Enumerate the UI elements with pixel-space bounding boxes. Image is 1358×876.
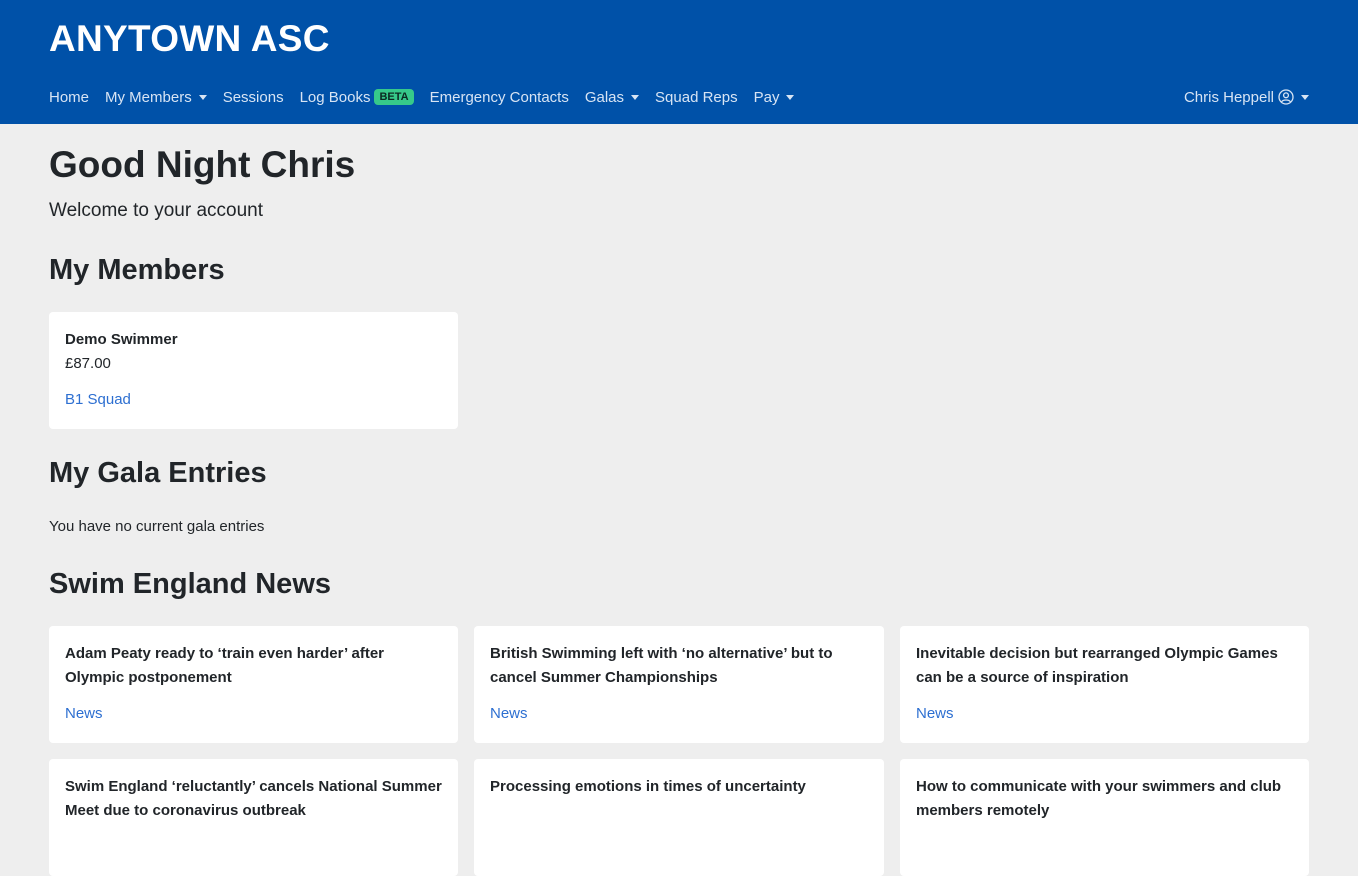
- gala-empty-text: You have no current gala entries: [49, 518, 265, 535]
- page-title: Good Night Chris: [49, 144, 356, 185]
- member-name: Demo Swimmer: [65, 331, 178, 348]
- nav-pay-label: Pay: [753, 88, 780, 106]
- member-squad-link[interactable]: B1 Squad: [65, 391, 131, 408]
- news-category-link[interactable]: News: [65, 705, 103, 722]
- news-card[interactable]: Adam Peaty ready to ‘train even harder’ …: [49, 626, 458, 743]
- chevron-down-icon: [198, 94, 207, 100]
- news-card[interactable]: Inevitable decision but rearranged Olymp…: [900, 626, 1309, 743]
- news-card[interactable]: How to communicate with your swimmers an…: [900, 759, 1309, 876]
- nav-squad-reps-label: Squad Reps: [655, 88, 738, 106]
- news-heading: Swim England News: [49, 568, 331, 600]
- chevron-down-icon: [786, 94, 795, 100]
- member-amount: £87.00: [65, 355, 111, 372]
- user-circle-icon: [1278, 89, 1294, 105]
- top-header: ANYTOWN ASC Home My Members Sessions Log…: [0, 0, 1358, 124]
- news-title: Processing emotions in times of uncertai…: [490, 778, 806, 795]
- gala-entries-heading: My Gala Entries: [49, 457, 267, 489]
- nav-sessions-label: Sessions: [222, 88, 284, 106]
- chevron-down-icon: [1301, 94, 1309, 100]
- chevron-down-icon: [631, 94, 640, 100]
- nav-emergency-contacts[interactable]: Emergency Contacts: [430, 89, 569, 106]
- nav-galas-label: Galas: [584, 88, 625, 106]
- nav-log-books-label: Log Books: [299, 88, 371, 106]
- main-nav: Home My Members Sessions Log Books BETA E…: [49, 86, 810, 108]
- news-category-link[interactable]: News: [490, 705, 528, 722]
- news-title: How to communicate with your swimmers an…: [916, 778, 1282, 819]
- news-card[interactable]: Swim England ‘reluctantly’ cancels Natio…: [49, 759, 458, 876]
- news-title: Swim England ‘reluctantly’ cancels Natio…: [65, 778, 442, 819]
- nav-squad-reps[interactable]: Squad Reps: [655, 89, 738, 106]
- nav-log-books[interactable]: Log Books BETA: [300, 89, 414, 106]
- nav-my-members-label: My Members: [105, 88, 192, 106]
- beta-badge: BETA: [374, 89, 414, 105]
- news-card[interactable]: Processing emotions in times of uncertai…: [474, 759, 884, 876]
- nav-emergency-contacts-label: Emergency Contacts: [429, 88, 569, 106]
- nav-sessions[interactable]: Sessions: [223, 89, 284, 106]
- nav-home[interactable]: Home: [49, 89, 89, 106]
- news-title: British Swimming left with ‘no alternati…: [490, 645, 833, 686]
- welcome-text: Welcome to your account: [49, 200, 264, 221]
- news-card[interactable]: British Swimming left with ‘no alternati…: [474, 626, 884, 743]
- member-card[interactable]: Demo Swimmer £87.00 B1 Squad: [49, 312, 458, 429]
- user-menu[interactable]: Chris Heppell: [1184, 86, 1309, 108]
- news-title: Inevitable decision but rearranged Olymp…: [916, 645, 1278, 686]
- nav-galas[interactable]: Galas: [584, 88, 640, 106]
- news-title: Adam Peaty ready to ‘train even harder’ …: [65, 645, 385, 686]
- news-category-link[interactable]: News: [916, 705, 954, 722]
- user-name: Chris Heppell: [1183, 88, 1274, 106]
- club-brand[interactable]: ANYTOWN ASC: [49, 18, 330, 60]
- members-heading: My Members: [49, 254, 225, 286]
- nav-my-members[interactable]: My Members: [105, 89, 207, 106]
- nav-home-label: Home: [49, 88, 90, 106]
- nav-pay[interactable]: Pay: [754, 89, 795, 106]
